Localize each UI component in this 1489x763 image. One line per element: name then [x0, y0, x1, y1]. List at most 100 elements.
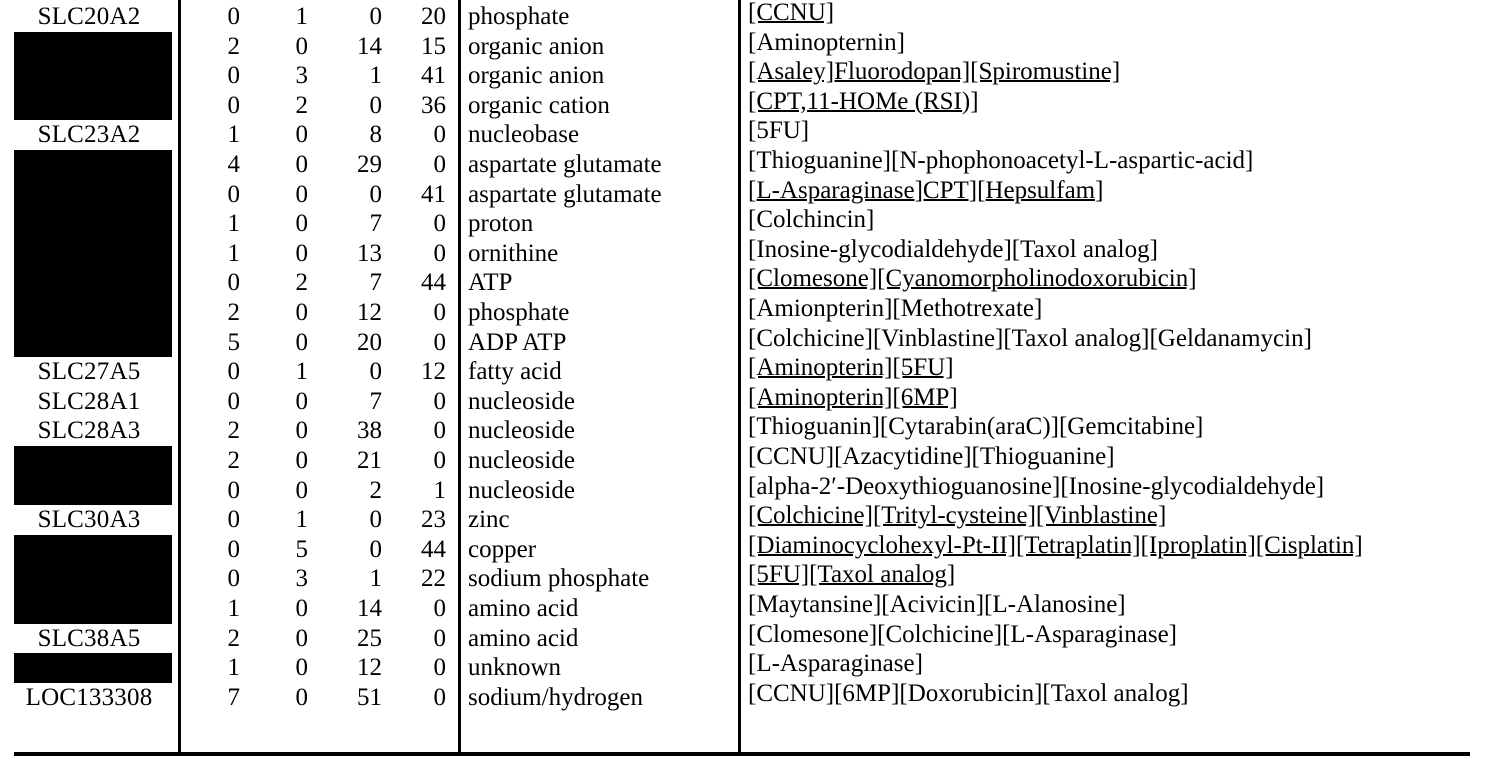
count-3: 2 [369, 476, 383, 504]
count-2: 5 [295, 535, 309, 563]
count-2: 0 [295, 624, 309, 652]
count-3: 0 [369, 358, 383, 386]
count-2: 0 [295, 417, 309, 445]
table-row: 1 0 12 0 [178, 653, 458, 683]
count-2: 0 [295, 387, 309, 415]
count-1: 0 [227, 3, 241, 30]
count-3: 12 [357, 654, 382, 682]
table-row: 0 2 7 44 [178, 268, 458, 298]
drug-list-link[interactable]: [5FU][Taxol analog] [748, 560, 1489, 590]
drug-list-link[interactable]: [L-Asparaginase]CPT][Hepsulfam] [748, 176, 1489, 206]
count-2: 0 [295, 654, 309, 682]
count-4: 0 [433, 387, 447, 415]
drug-list: [Inosine-glycodialdehyde][Taxol analog] [748, 235, 1158, 263]
count-3: 14 [357, 32, 382, 60]
count-4: 41 [421, 62, 446, 90]
count-2: 0 [295, 476, 309, 504]
count-1: 4 [227, 151, 241, 178]
substrate-label: amino acid [468, 595, 579, 622]
table-row: 2 0 25 0 [178, 624, 458, 654]
count-4: 0 [433, 299, 447, 326]
table-row: 0 5 0 44 [178, 535, 458, 565]
substrate-label: fatty acid [468, 358, 562, 386]
substrate-label: sodium phosphate [468, 565, 650, 593]
count-4: 0 [433, 447, 447, 474]
gene-symbol: SLC30A3 [0, 505, 178, 535]
substrate-label: ornithine [468, 239, 559, 267]
count-1: 2 [227, 32, 241, 60]
drug-list-link[interactable]: [Diaminocyclohexyl-Pt-II][Tetraplatin][I… [748, 531, 1489, 561]
table-row: 0 1 0 20 [178, 2, 458, 32]
count-4: 44 [421, 269, 446, 297]
count-1: 1 [227, 595, 241, 622]
count-1: 1 [227, 654, 241, 682]
substrate-label: ADP ATP [468, 328, 567, 356]
count-2: 1 [295, 3, 309, 30]
drug-list: [Thioguanin][Cytarabin(araC)][Gemcitabin… [748, 413, 1204, 441]
gene-symbol-redacted [14, 446, 172, 476]
count-3: 29 [357, 151, 382, 178]
substrate-column: phosphate organic anion organic anion organ… [458, 0, 738, 756]
gene-symbol: SLC27A5 [0, 357, 178, 387]
count-3: 8 [369, 121, 383, 149]
table-row: 1 0 7 0 [178, 209, 458, 239]
count-3: 13 [357, 239, 382, 267]
substrate-label: amino acid [468, 624, 579, 652]
count-3: 0 [369, 535, 383, 563]
count-2: 0 [295, 239, 309, 267]
drug-list-link[interactable]: [Asaley]Fluorodopan][Spiromustine] [748, 57, 1489, 87]
count-3: 1 [369, 62, 383, 90]
substrate-label: phosphate [468, 299, 570, 326]
drug-list-link[interactable]: [CCNU] [748, 0, 1489, 28]
table-row: 5 0 20 0 [178, 328, 458, 358]
count-4: 36 [421, 91, 446, 119]
count-4: 0 [433, 683, 447, 711]
count-4: 12 [421, 358, 446, 386]
count-3: 7 [369, 210, 383, 238]
count-3: 20 [357, 328, 382, 356]
gene-symbol-redacted [14, 594, 172, 624]
drug-list: [Amionpterin][Methotrexate] [748, 295, 1043, 322]
count-1: 0 [227, 476, 241, 504]
drug-list-link[interactable]: [CPT,11-HOMe (RSI)] [748, 87, 1489, 117]
drug-list: [alpha-2′-Deoxythioguanosine][Inosine-gl… [748, 472, 1325, 500]
substrate-label: proton [468, 210, 534, 238]
count-2: 0 [295, 683, 309, 711]
drug-list: [CCNU][6MP][Doxorubicin][Taxol analog] [748, 679, 1189, 707]
table-row: 2 0 12 0 [178, 298, 458, 328]
substrate-label: aspartate glutamate [468, 180, 662, 208]
drug-list-link[interactable]: [Aminopterin][6MP] [748, 383, 1489, 413]
drugs-column: [CCNU] [Aminopternin] [Asaley]Fluorodopan]… [738, 0, 1489, 756]
count-3: 1 [369, 565, 383, 593]
count-1: 0 [227, 387, 241, 415]
gene-symbol-redacted [14, 90, 172, 121]
count-4: 0 [433, 654, 447, 682]
table-row: 1 0 14 0 [178, 594, 458, 624]
count-1: 0 [227, 180, 241, 208]
count-1: 2 [227, 417, 241, 445]
count-2: 0 [295, 328, 309, 356]
count-1: 1 [227, 210, 241, 238]
gene-symbol-redacted [14, 475, 172, 506]
count-2: 3 [295, 62, 309, 90]
count-4: 1 [433, 476, 447, 504]
count-3: 7 [369, 269, 383, 297]
gene-symbol-redacted [14, 327, 172, 358]
drug-list-link[interactable]: [Colchicine][Trityl-cysteine][Vinblastin… [748, 501, 1489, 531]
table-row: 0 0 7 0 [178, 387, 458, 417]
table-row: 0 0 2 1 [178, 476, 458, 506]
gene-symbol: SLC28A3 [0, 416, 178, 446]
count-2: 0 [295, 121, 309, 149]
count-3: 12 [357, 299, 382, 326]
count-2: 2 [295, 269, 309, 297]
drug-list-link[interactable]: [Aminopterin][5FU] [748, 353, 1489, 383]
count-2: 0 [295, 447, 309, 474]
drug-list-link[interactable]: [Clomesone][Cyanomorpholinodoxorubicin] [748, 264, 1489, 294]
count-2: 1 [295, 358, 309, 386]
table-row: 1 0 8 0 [178, 120, 458, 150]
drug-list: [Aminopternin] [748, 28, 905, 56]
gene-transporter-table: SLC20A2 SLC23A2 SLC27A5 SLC28A1 SLC28A3 SLC30… [0, 0, 1489, 763]
gene-symbol-redacted [14, 61, 172, 91]
count-1: 5 [227, 328, 241, 356]
count-4: 20 [421, 3, 446, 30]
